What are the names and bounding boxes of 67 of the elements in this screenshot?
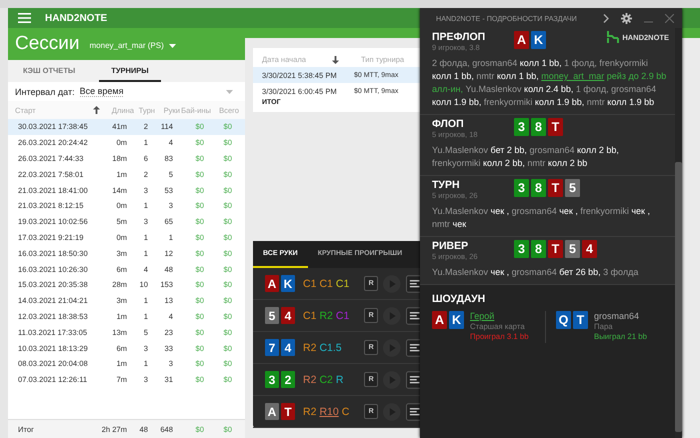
street-name: ФЛОП xyxy=(432,118,465,130)
action-label: C2 xyxy=(319,374,333,386)
playing-card: T xyxy=(573,311,588,329)
playing-card: 5 xyxy=(565,179,580,197)
action-label: C1 xyxy=(303,310,316,322)
close-icon[interactable] xyxy=(665,14,674,22)
playing-card: 4 xyxy=(281,307,295,324)
street-actions: Yu.Maslenkov бет 2 bb, grosman64 колл 2 bb, frenkyormiki колл 2 bb, nmtr колл 2 bb xyxy=(432,144,620,170)
action-label: R2 xyxy=(303,374,316,386)
caret-icon xyxy=(168,44,176,48)
date-filter-label: Интервал дат: xyxy=(15,86,75,96)
playing-card: A xyxy=(432,311,447,329)
action-label: R2 xyxy=(303,406,316,418)
playing-card: A xyxy=(514,31,529,49)
playing-card: 3 xyxy=(514,240,529,258)
scrollbar[interactable] xyxy=(675,28,682,438)
date-filter-dropdown[interactable]: Все время xyxy=(80,86,245,97)
sort-up-icon[interactable] xyxy=(93,106,100,114)
logo-icon xyxy=(607,31,620,43)
playing-card: 5 xyxy=(565,240,580,258)
playing-card: 7 xyxy=(265,339,279,356)
action-label: C1 xyxy=(336,310,350,322)
action-label: C xyxy=(342,406,350,418)
playing-card: 8 xyxy=(531,118,546,136)
playing-card: 4 xyxy=(582,240,597,258)
action-label: C1 xyxy=(336,278,350,290)
settings-icon[interactable] xyxy=(621,12,632,24)
street-actions: 2 фолда, grosman64 колл 1 bb, 1 фолд, frenkyormiki колл 1 bb, nmtr колл 1 bb, money_art_mar рейз до 2.9 bb алл-ин, Yu.Maslenkov колл 2.4 bb, 1 фолд, grosman64 колл 1.9 bb, frenkyormiki колл 1.9 bb, nmtr колл 1.9 bb xyxy=(432,57,668,109)
playing-card: 8 xyxy=(531,240,546,258)
playing-card: A xyxy=(265,403,279,420)
street-actions: Yu.Maslenkov чек , grosman64 бет 26 bb, 3 фолда xyxy=(432,266,640,279)
action-label: R10 xyxy=(319,406,339,418)
playing-card: T xyxy=(548,118,563,136)
app-title: HAND2NOTE xyxy=(45,12,108,24)
playing-card: 3 xyxy=(265,371,279,388)
playing-card: K xyxy=(449,311,464,329)
playing-card: 3 xyxy=(514,179,529,197)
chevron-right-icon[interactable] xyxy=(603,14,609,22)
action-label: R2 xyxy=(319,310,333,322)
playing-card: T xyxy=(548,179,563,197)
player-name: grosman64 xyxy=(594,311,640,322)
page-heading: Сессии xyxy=(15,33,80,55)
action-label: C1.5 xyxy=(319,342,342,354)
playing-card: 3 xyxy=(514,118,529,136)
action-label: C1 xyxy=(319,278,333,290)
action-label: R2 xyxy=(303,342,316,354)
playing-card: Q xyxy=(556,311,571,329)
playing-card: K xyxy=(281,275,295,292)
playing-card: T xyxy=(281,403,295,420)
street-name: ТУРН xyxy=(432,179,461,191)
playing-card: K xyxy=(531,31,546,49)
playing-card: 5 xyxy=(265,307,279,324)
playing-card: A xyxy=(265,275,279,292)
street-name: ПРЕФЛОП xyxy=(432,31,486,43)
showdown-title: ШОУДАУН xyxy=(432,293,486,305)
playing-card: 4 xyxy=(281,339,295,356)
sort-down-icon[interactable] xyxy=(332,56,339,64)
playing-card: 2 xyxy=(281,371,295,388)
action-label: C1 xyxy=(303,278,316,290)
action-label: R xyxy=(336,374,344,386)
street-actions: Yu.Maslenkov чек , grosman64 чек , frenkyormiki чек , nmtr чек xyxy=(432,205,651,231)
caret-icon xyxy=(226,90,233,94)
playing-card: T xyxy=(548,240,563,258)
playing-card: 8 xyxy=(531,179,546,197)
player-name: Герой xyxy=(470,311,496,322)
street-name: РИВЕР xyxy=(432,240,470,252)
menu-icon[interactable] xyxy=(18,13,31,23)
